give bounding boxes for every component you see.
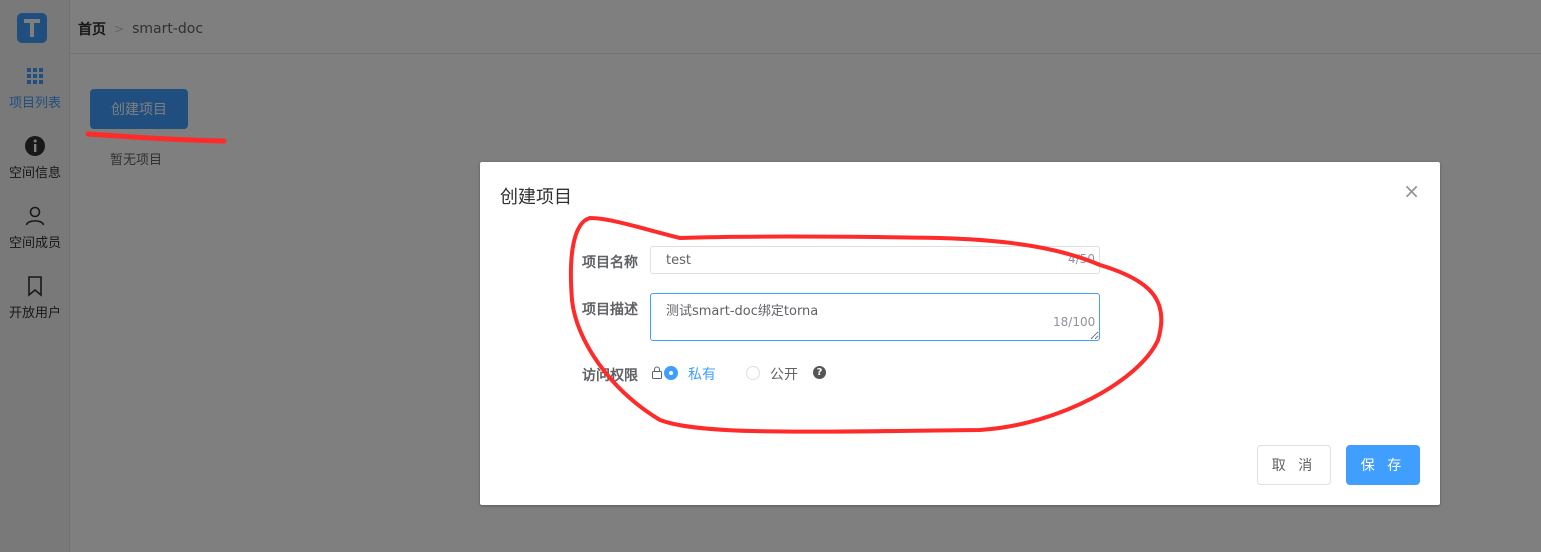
project-name-char-count: 4/50 <box>1068 252 1095 266</box>
save-button[interactable]: 保 存 <box>1346 445 1420 485</box>
project-name-input[interactable] <box>650 246 1100 274</box>
create-project-dialog: 创建项目 × 项目名称 4/50 项目描述 测试smart-doc绑定torna… <box>480 162 1440 505</box>
project-desc-label: 项目描述 <box>582 302 638 318</box>
dialog-title: 创建项目 <box>500 187 572 208</box>
public-radio-label[interactable]: 公开 <box>770 364 798 384</box>
project-desc-char-count: 18/100 <box>1053 315 1096 329</box>
lock-icon <box>652 366 662 379</box>
cancel-button[interactable]: 取 消 <box>1257 445 1331 485</box>
public-radio[interactable] <box>746 366 760 380</box>
project-name-label: 项目名称 <box>582 255 638 271</box>
private-radio[interactable] <box>664 366 678 380</box>
private-radio-label[interactable]: 私有 <box>688 364 716 384</box>
project-desc-textarea[interactable]: 测试smart-doc绑定torna <box>650 293 1100 341</box>
help-icon[interactable]: ? <box>813 366 826 379</box>
close-icon[interactable]: × <box>1403 181 1420 201</box>
access-permission-label: 访问权限 <box>582 368 638 384</box>
